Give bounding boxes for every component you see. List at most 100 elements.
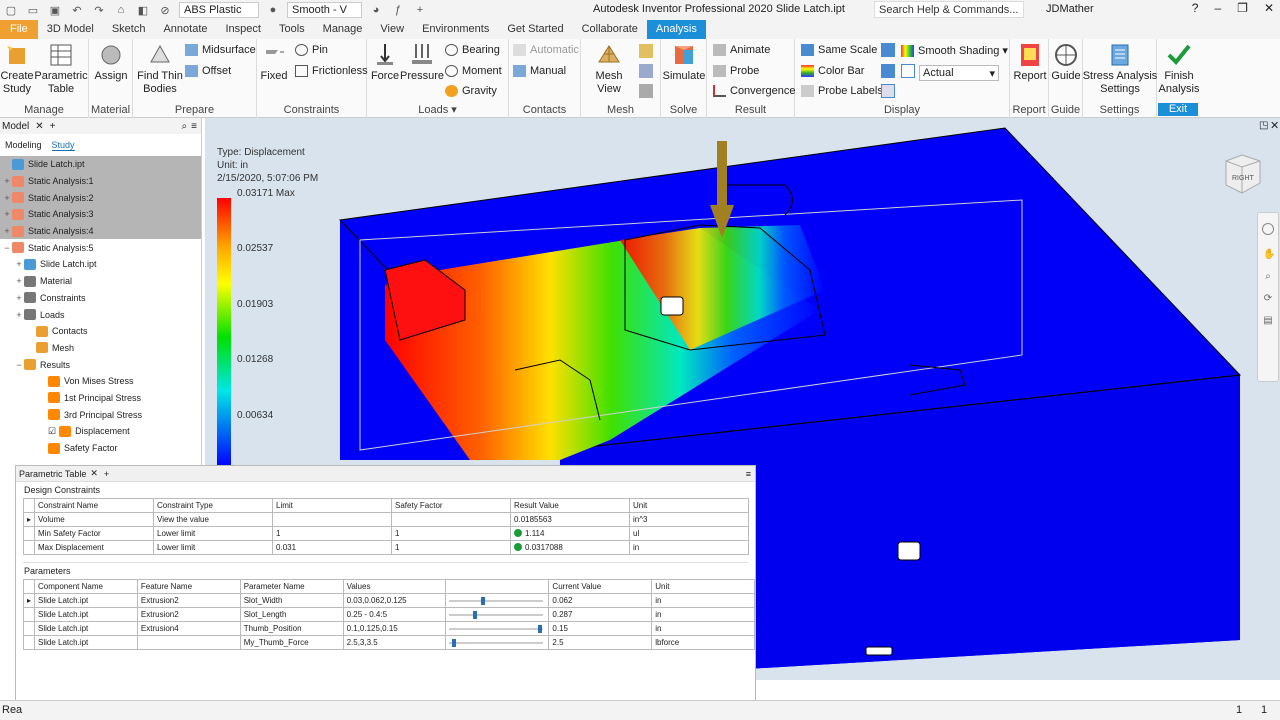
help-icon[interactable]: ? (1192, 1, 1199, 15)
table-cell[interactable]: 2.5 (548, 635, 653, 650)
tab-modeling[interactable]: Modeling (5, 140, 42, 150)
table-cell[interactable]: in (651, 607, 755, 622)
tree-item[interactable]: Slide Latch.ipt (0, 156, 201, 173)
tab-annotate[interactable]: Annotate (154, 20, 216, 39)
material-select[interactable]: ABS Plastic (179, 2, 259, 18)
table-cell[interactable]: 0.15 (548, 621, 653, 636)
table-cell[interactable]: Slide Latch.ipt (34, 635, 138, 650)
row-selector[interactable] (22, 526, 36, 541)
slider-track[interactable] (449, 610, 544, 620)
finish-analysis-button[interactable]: Finish Analysis (1158, 42, 1200, 96)
row-selector[interactable]: ▸ (22, 512, 36, 527)
probe-label[interactable] (897, 541, 921, 561)
slider-track[interactable] (449, 596, 544, 606)
table-cell[interactable]: Slot_Length (239, 607, 344, 622)
min-max-icon[interactable] (881, 64, 895, 78)
menu-icon[interactable]: ≡ (191, 121, 197, 132)
tab-model[interactable]: Model (2, 121, 29, 132)
tab-file[interactable]: File (0, 20, 38, 39)
expand-toggle-icon[interactable]: + (2, 176, 12, 186)
table-cell[interactable]: Extrusion2 (136, 607, 241, 622)
table-cell[interactable]: Volume (34, 512, 155, 527)
table-row[interactable]: ▸ Slide Latch.ipt Extrusion2 Slot_Width 0.03… (22, 593, 755, 608)
column-header[interactable] (445, 579, 550, 594)
convergence-button[interactable]: Convergence (713, 85, 795, 97)
slider-thumb[interactable] (472, 610, 477, 619)
expand-toggle-icon[interactable]: − (2, 243, 12, 253)
table-cell[interactable]: in (651, 593, 755, 608)
table-row[interactable]: Min Safety Factor Lower limit 1 1 1.114 ul (22, 526, 750, 541)
row-selector[interactable] (22, 540, 36, 555)
convergence-settings-icon[interactable] (639, 84, 653, 98)
table-cell[interactable]: Thumb_Position (239, 621, 344, 636)
parameter-slider[interactable] (445, 593, 550, 608)
tree-item[interactable]: + Constraints (0, 290, 201, 307)
expand-toggle-icon[interactable]: + (14, 310, 24, 320)
table-row[interactable]: Slide Latch.ipt Extrusion2 Slot_Length 0.25… (22, 607, 755, 622)
column-header[interactable]: Unit (651, 579, 755, 594)
displacement-scale-select[interactable]: Actual ▾ (919, 65, 999, 81)
frictionless-button[interactable]: Frictionless (295, 65, 368, 77)
create-study-button[interactable]: Create Study (0, 42, 34, 96)
tree-item[interactable]: + Slide Latch.ipt (0, 256, 201, 273)
visual-style-select[interactable]: Smooth - V (287, 2, 362, 18)
parameter-slider[interactable] (445, 621, 550, 636)
mesh-display-icon[interactable] (901, 64, 915, 78)
tree-item[interactable]: + Static Analysis:4 (0, 222, 201, 240)
automatic-contacts-button[interactable]: Automatic (513, 44, 579, 56)
tree-item[interactable]: 1st Principal Stress (0, 390, 201, 407)
restore-icon[interactable]: ◳ (1259, 120, 1268, 131)
tab-view[interactable]: View (371, 20, 413, 39)
table-cell[interactable]: 2.5,3,3.5 (342, 635, 447, 650)
column-header[interactable]: Unit (629, 498, 750, 513)
tree-item[interactable]: Contacts (0, 323, 201, 340)
open-icon[interactable]: ▭ (25, 3, 41, 17)
pressure-button[interactable]: Pressure (400, 42, 444, 83)
tab-environments[interactable]: Environments (413, 20, 498, 39)
table-cell[interactable]: Slot_Width (239, 593, 344, 608)
close-icon[interactable]: ✕ (1270, 119, 1279, 132)
slider-thumb[interactable] (480, 596, 485, 605)
slider-track[interactable] (449, 624, 544, 634)
table-cell[interactable]: View the value (153, 512, 274, 527)
table-cell[interactable]: 1 (272, 526, 393, 541)
row-selector[interactable]: ▸ (22, 593, 36, 608)
redo-icon[interactable]: ↷ (91, 3, 107, 17)
probe-label[interactable] (660, 296, 684, 316)
parametric-table-button[interactable]: Parametric Table (34, 42, 88, 96)
tab-study[interactable]: Study (51, 140, 75, 151)
expand-toggle-icon[interactable]: + (2, 193, 12, 203)
add-icon[interactable]: + (412, 3, 428, 17)
tree-item[interactable]: ☑ Displacement (0, 423, 201, 440)
table-cell[interactable]: 0.1,0.125,0.15 (342, 621, 447, 636)
column-header[interactable]: Current Value (548, 579, 653, 594)
slider-track[interactable] (449, 638, 544, 648)
table-cell[interactable]: 0.0185563 (510, 512, 631, 527)
parameter-slider[interactable] (445, 635, 550, 650)
table-cell[interactable]: 0.031 (272, 540, 393, 555)
menu-icon[interactable]: ≡ (746, 469, 751, 479)
tab-inspect[interactable]: Inspect (217, 20, 270, 39)
local-mesh-icon[interactable] (639, 64, 653, 78)
tree-item[interactable]: − Static Analysis:5 (0, 239, 201, 256)
column-header[interactable]: Feature Name (136, 579, 241, 594)
moment-button[interactable]: Moment (445, 65, 502, 77)
function-icon[interactable]: ƒ (390, 3, 406, 17)
midsurface-button[interactable]: Midsurface (185, 44, 256, 56)
tree-item[interactable]: + Material (0, 273, 201, 290)
home-icon[interactable]: ⌂ (113, 3, 129, 17)
column-header[interactable]: Component Name (34, 579, 138, 594)
table-cell[interactable]: in^3 (629, 512, 750, 527)
table-cell[interactable]: Lower limit (153, 540, 274, 555)
update-icon[interactable]: ◧ (135, 3, 151, 17)
row-selector[interactable] (22, 635, 36, 650)
maximize-icon[interactable]: ❐ (1237, 1, 1248, 15)
table-cell[interactable] (272, 512, 393, 527)
probe-button[interactable]: Probe (713, 65, 759, 77)
slider-thumb[interactable] (452, 638, 457, 647)
parameter-slider[interactable] (445, 607, 550, 622)
table-row[interactable]: Max Displacement Lower limit 0.031 1 0.03170… (22, 540, 750, 555)
expand-toggle-icon[interactable]: + (14, 293, 24, 303)
search-input[interactable]: Search Help & Commands... (874, 1, 1024, 18)
table-cell[interactable]: Slide Latch.ipt (34, 621, 138, 636)
